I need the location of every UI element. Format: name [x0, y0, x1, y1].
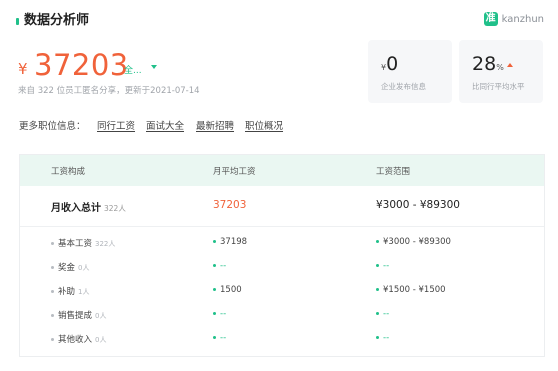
- component-avg: --: [213, 309, 226, 319]
- range-value: ¥3000 - ¥89300: [383, 237, 451, 247]
- currency-symbol: ¥: [18, 60, 28, 78]
- component-label: 补助: [58, 287, 76, 297]
- component-range: --: [376, 261, 389, 271]
- component-name: 其他收入 0人: [51, 333, 106, 345]
- bullet-icon: [213, 288, 216, 291]
- avg-value: --: [220, 309, 227, 319]
- chevron-down-icon[interactable]: [151, 65, 157, 69]
- total-row: 月收入总计 322人 37203 ¥3000 - ¥89300: [20, 186, 544, 227]
- brand[interactable]: 准 kanzhun: [483, 12, 544, 26]
- source-info: 来自 322 位员工匿名分享，更新于2021-07-14: [18, 86, 200, 96]
- total-range: ¥3000 - ¥89300: [376, 199, 460, 211]
- bullet-icon: [376, 288, 379, 291]
- stat-value: 28: [472, 53, 497, 75]
- stat-value: 0: [386, 53, 399, 75]
- brand-name: kanzhun: [501, 13, 544, 25]
- bullet-icon: [376, 336, 379, 339]
- component-range: --: [376, 333, 389, 343]
- stat-unit: %: [496, 63, 504, 72]
- link-interviews[interactable]: 面试大全: [146, 118, 184, 132]
- table-row: 基本工资 322人 37198 ¥3000 - ¥89300: [20, 230, 544, 254]
- bullet-icon: [213, 336, 216, 339]
- component-name: 补助 1人: [51, 285, 89, 297]
- total-count: 322人: [104, 204, 126, 213]
- bullet-icon: [51, 338, 54, 341]
- component-count: 0人: [78, 264, 90, 272]
- average-salary: 37203: [34, 48, 129, 82]
- company-salary-stat: ¥0 企业发布信息: [368, 40, 452, 103]
- bullet-icon: [213, 240, 216, 243]
- bullet-icon: [213, 264, 216, 267]
- bullet-icon: [376, 312, 379, 315]
- component-count: 0人: [95, 312, 107, 320]
- industry-compare-value: 28%: [472, 52, 513, 80]
- component-range: ¥1500 - ¥1500: [376, 285, 446, 295]
- industry-compare-stat: 28% 比同行平均水平: [459, 40, 543, 103]
- link-job-overview[interactable]: 职位概况: [245, 118, 283, 132]
- link-peer-salary[interactable]: 同行工资: [97, 118, 135, 132]
- kanzhun-logo-icon: 准: [483, 12, 498, 26]
- company-salary-value: ¥0: [381, 52, 398, 80]
- component-name: 基本工资 322人: [51, 237, 115, 249]
- bullet-icon: [51, 290, 54, 293]
- bullet-icon: [213, 312, 216, 315]
- column-header: 工资范围: [376, 167, 411, 177]
- component-label: 其他收入: [58, 335, 93, 345]
- bullet-icon: [51, 314, 54, 317]
- component-avg: 37198: [213, 237, 247, 247]
- avg-value: 37198: [220, 237, 248, 247]
- salary-breakdown-table: 工资构成 月平均工资 工资范围 月收入总计 322人 37203 ¥3000 - …: [19, 154, 545, 357]
- range-value: --: [383, 261, 390, 271]
- bullet-icon: [376, 240, 379, 243]
- total-name: 月收入总计: [51, 203, 101, 214]
- stat-label: 企业发布信息: [381, 82, 426, 91]
- stat-label: 比同行平均水平: [472, 82, 525, 91]
- total-label: 月收入总计 322人: [51, 199, 126, 214]
- component-name: 奖金 0人: [51, 261, 89, 273]
- component-count: 322人: [95, 240, 116, 248]
- table-row: 补助 1人 1500 ¥1500 - ¥1500: [20, 278, 544, 302]
- bullet-icon: [51, 242, 54, 245]
- component-count: 1人: [78, 288, 90, 296]
- more-info-label: 更多职位信息：: [19, 121, 86, 132]
- range-value: --: [383, 333, 390, 343]
- title-marker: [16, 18, 19, 25]
- column-header: 月平均工资: [213, 167, 256, 177]
- table-row: 其他收入 0人 -- --: [20, 326, 544, 350]
- component-avg: 1500: [213, 285, 242, 295]
- bullet-icon: [51, 266, 54, 269]
- link-latest-jobs[interactable]: 最新招聘: [196, 118, 234, 132]
- table-header: 工资构成 月平均工资 工资范围: [20, 155, 544, 186]
- range-value: ¥1500 - ¥1500: [383, 285, 446, 295]
- component-label: 销售提成: [58, 311, 93, 321]
- trend-up-icon: [506, 62, 513, 67]
- component-avg: --: [213, 333, 226, 343]
- region-selector[interactable]: 全...: [124, 63, 142, 76]
- table-row: 销售提成 0人 -- --: [20, 302, 544, 326]
- table-row: 奖金 0人 -- --: [20, 254, 544, 278]
- column-header: 工资构成: [51, 167, 86, 177]
- avg-value: 1500: [220, 285, 242, 295]
- range-value: --: [383, 309, 390, 319]
- component-range: --: [376, 309, 389, 319]
- component-avg: --: [213, 261, 226, 271]
- avg-value: --: [220, 333, 227, 343]
- avg-value: --: [220, 261, 227, 271]
- component-label: 基本工资: [58, 239, 93, 249]
- component-range: ¥3000 - ¥89300: [376, 237, 451, 247]
- page-title: 数据分析师: [24, 13, 90, 28]
- component-count: 0人: [95, 336, 107, 344]
- component-label: 奖金: [58, 263, 76, 273]
- component-name: 销售提成 0人: [51, 309, 106, 321]
- total-avg: 37203: [213, 199, 247, 211]
- bullet-icon: [376, 264, 379, 267]
